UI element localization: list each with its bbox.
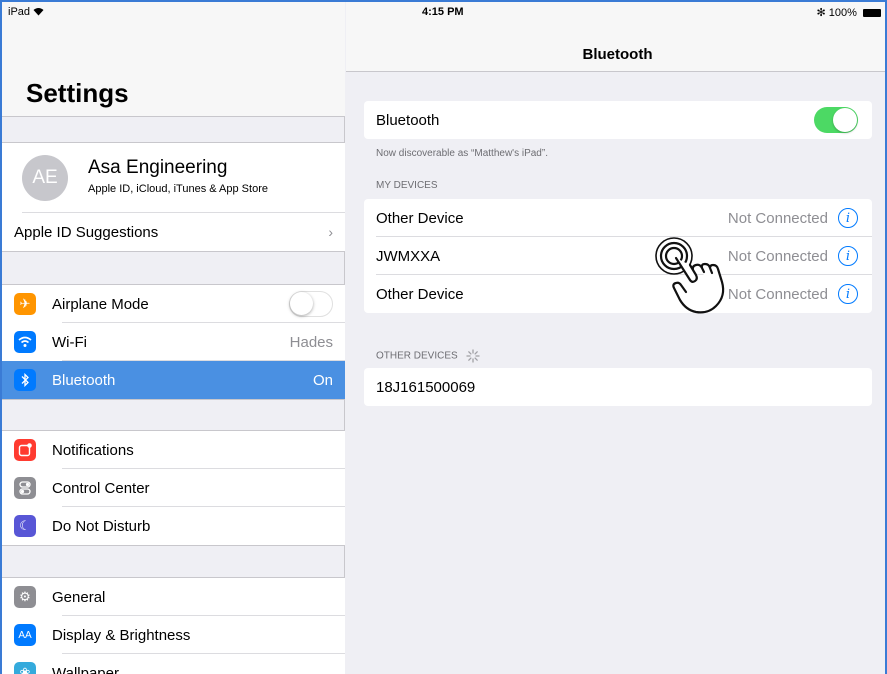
info-icon[interactable]: i [838, 208, 858, 228]
bluetooth-icon [14, 369, 36, 391]
profile-subtitle: Apple ID, iCloud, iTunes & App Store [88, 183, 268, 195]
battery-percent: 100% [828, 7, 857, 19]
system-group: Notifications Control Center ☾ Do Not Di… [2, 430, 345, 546]
bluetooth-toggle-label: Bluetooth [376, 111, 440, 129]
chevron-right-icon: › [328, 224, 333, 240]
device-name: 18J161500069 [376, 378, 476, 396]
bluetooth-toggle-card: Bluetooth [364, 101, 872, 139]
device-row[interactable]: JWMXXA Not Connected i [364, 237, 872, 275]
other-devices-label: OTHER DEVICES [376, 350, 458, 362]
device-row[interactable]: Other Device Not Connected i [364, 275, 872, 313]
general-group: ⚙ General AA Display & Brightness ❀ Wall… [2, 577, 345, 674]
status-bar: iPad 4:15 PM ✻ 100% [2, 2, 885, 22]
sidebar-item-label: General [52, 588, 106, 606]
sidebar-item-airplane-mode[interactable]: ✈ Airplane Mode [2, 285, 345, 323]
status-time: 4:15 PM [422, 6, 464, 18]
bluetooth-detail-pane: Bluetooth Bluetooth Now discoverable as … [346, 2, 885, 674]
bluetooth-toggle-row: Bluetooth [364, 101, 872, 139]
avatar: AE [22, 155, 68, 201]
discoverable-note: Now discoverable as “Matthew's iPad”. [376, 148, 548, 159]
wifi-icon [14, 331, 36, 353]
my-devices-list: Other Device Not Connected i JWMXXA Not … [364, 199, 872, 313]
spinner-icon [466, 349, 481, 363]
airplane-mode-toggle[interactable] [289, 291, 333, 317]
sidebar-item-label: Airplane Mode [52, 295, 149, 313]
apple-id-suggestions[interactable]: Apple ID Suggestions › [2, 213, 345, 251]
device-name: Other Device [376, 285, 464, 303]
other-devices-list: 18J161500069 [364, 368, 872, 406]
sidebar-item-wifi[interactable]: Wi-Fi Hades [2, 323, 345, 361]
nav-title: Bluetooth [582, 46, 653, 63]
device-name: Other Device [376, 209, 464, 227]
moon-icon: ☾ [14, 515, 36, 537]
device-label: iPad [8, 6, 31, 18]
info-icon[interactable]: i [838, 284, 858, 304]
bluetooth-toggle[interactable] [814, 107, 858, 133]
page-title: Settings [26, 78, 129, 108]
status-right: ✻ 100% [817, 6, 881, 19]
other-devices-header: OTHER DEVICES [376, 349, 481, 363]
my-devices-header: MY DEVICES [376, 180, 438, 191]
sidebar-item-notifications[interactable]: Notifications [2, 431, 345, 469]
sidebar-item-label: Bluetooth [52, 371, 116, 389]
battery-icon [863, 9, 881, 18]
profile-name: Asa Engineering [88, 157, 228, 178]
ipad-screen: Settings AE Asa Engineering Apple ID, iC… [0, 0, 887, 674]
profile-group: AE Asa Engineering Apple ID, iCloud, iTu… [2, 142, 345, 252]
gear-icon: ⚙ [14, 586, 36, 608]
connectivity-group: ✈ Airplane Mode Wi-Fi Hades Bluetooth On [2, 284, 345, 400]
sidebar-item-label: Notifications [52, 441, 134, 459]
info-icon[interactable]: i [838, 246, 858, 266]
device-row[interactable]: Other Device Not Connected i [364, 199, 872, 237]
display-icon: AA [14, 624, 36, 646]
device-status: Not Connected [727, 247, 828, 265]
settings-sidebar: Settings AE Asa Engineering Apple ID, iC… [2, 2, 345, 674]
device-row[interactable]: 18J161500069 [364, 368, 872, 406]
sidebar-item-display-brightness[interactable]: AA Display & Brightness [2, 616, 345, 654]
sidebar-item-wallpaper[interactable]: ❀ Wallpaper [2, 654, 345, 674]
sidebar-item-bluetooth[interactable]: Bluetooth On [2, 361, 345, 399]
wifi-status-icon [33, 6, 44, 18]
airplane-icon: ✈ [14, 293, 36, 315]
wifi-network-value: Hades [289, 333, 333, 351]
sidebar-item-do-not-disturb[interactable]: ☾ Do Not Disturb [2, 507, 345, 545]
device-status: Not Connected [727, 285, 828, 303]
sidebar-item-label: Wi-Fi [52, 333, 87, 351]
apple-id-suggestions-label: Apple ID Suggestions [14, 223, 159, 241]
bluetooth-status-icon: ✻ [816, 7, 826, 19]
status-device: iPad [8, 6, 44, 18]
sidebar-item-label: Control Center [52, 479, 150, 497]
apple-id-profile[interactable]: AE Asa Engineering Apple ID, iCloud, iTu… [2, 143, 345, 213]
sidebar-item-label: Wallpaper [52, 664, 119, 674]
device-status: Not Connected [727, 209, 828, 227]
bluetooth-status-value: On [312, 371, 333, 389]
sidebar-item-label: Do Not Disturb [52, 517, 151, 535]
tap-hand-icon [655, 237, 725, 314]
sidebar-item-general[interactable]: ⚙ General [2, 578, 345, 616]
control-center-icon [14, 477, 36, 499]
notifications-icon [14, 439, 36, 461]
sidebar-item-control-center[interactable]: Control Center [2, 469, 345, 507]
wallpaper-icon: ❀ [14, 662, 36, 674]
sidebar-item-label: Display & Brightness [52, 626, 191, 644]
device-name: JWMXXA [376, 247, 441, 265]
